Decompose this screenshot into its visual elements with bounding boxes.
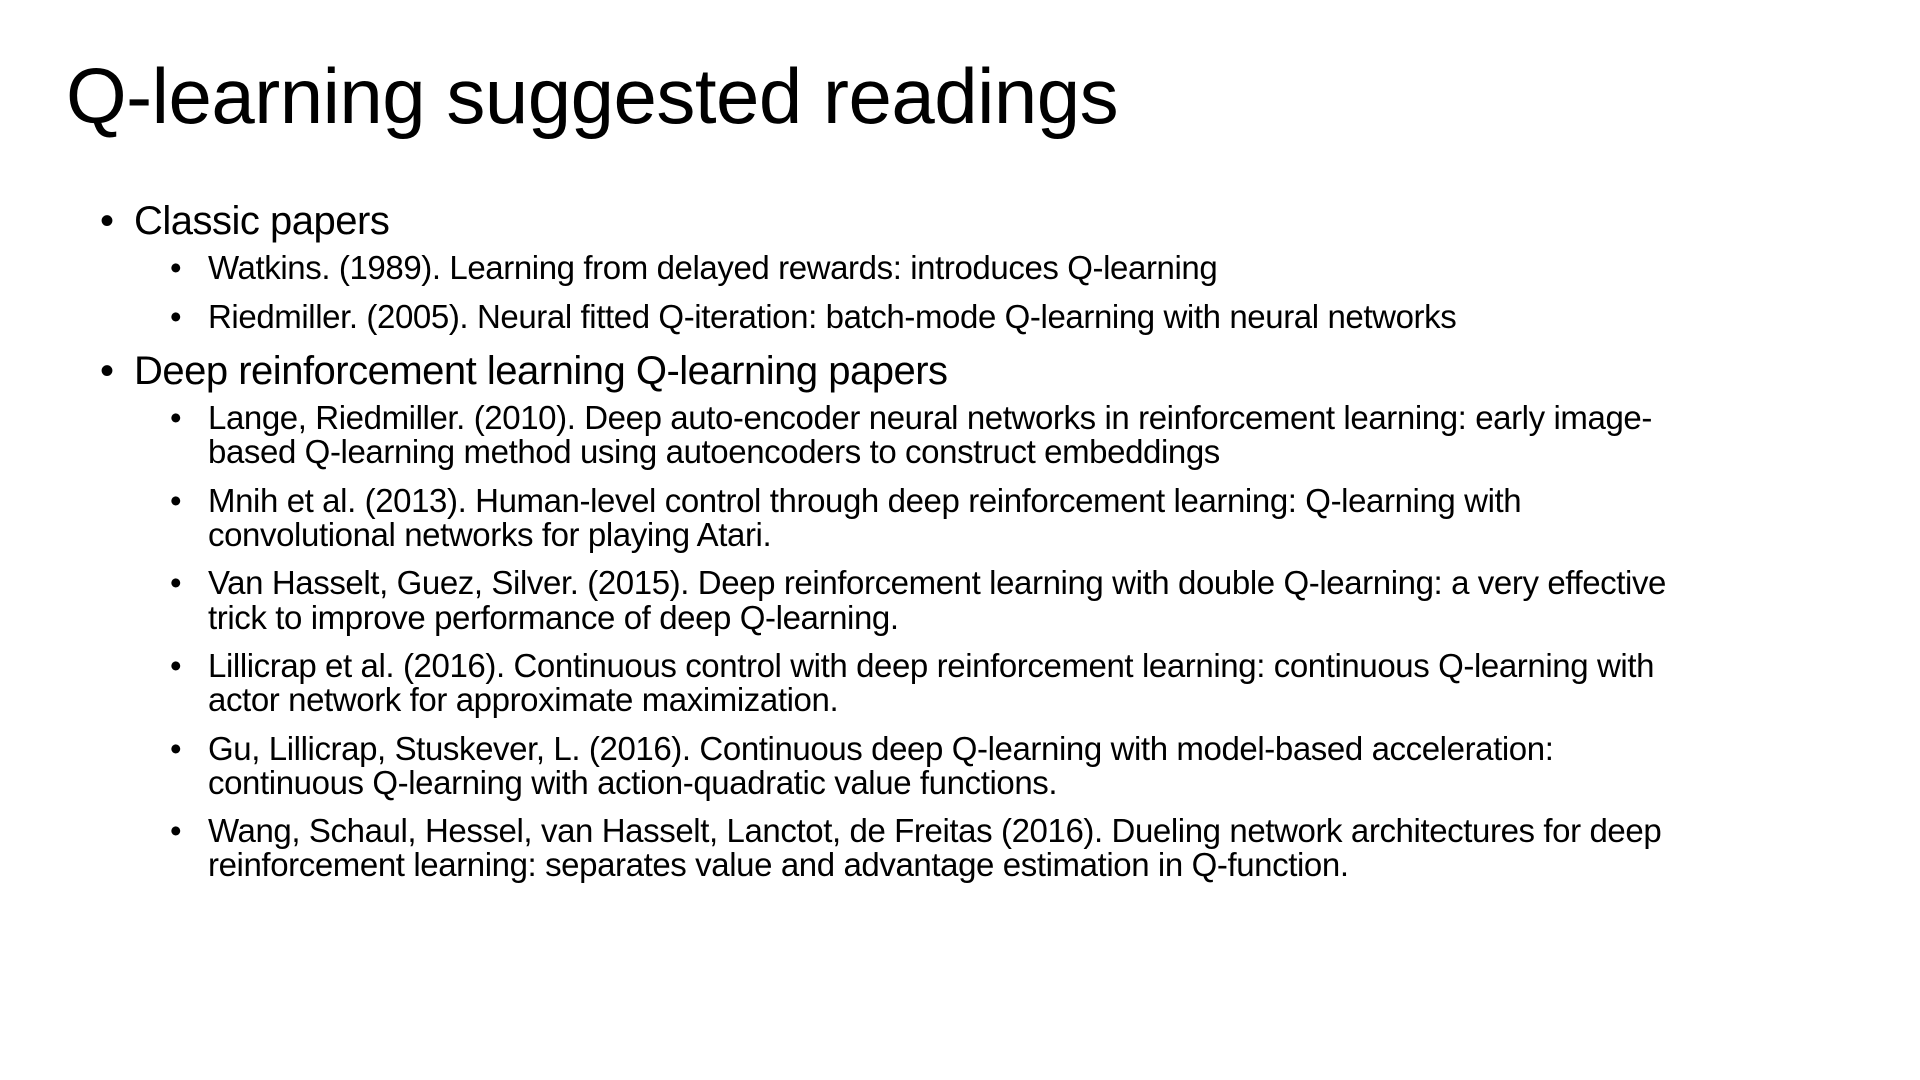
list-item-text: Lillicrap et al. (2016). Continuous cont… (208, 646, 1655, 719)
section-classic-papers: • Classic papers • Watkins. (1989). Lear… (100, 198, 1680, 334)
bullet-icon: • (100, 348, 114, 393)
bullet-icon: • (170, 297, 182, 335)
list-item-text: Gu, Lillicrap, Stuskever, L. (2016). Con… (208, 729, 1554, 801)
list-item: • Lange, Riedmiller. (2010). Deep auto-e… (170, 399, 1680, 471)
list-item-text: Van Hasselt, Guez, Silver. (2015). Deep … (208, 564, 1667, 636)
section-deep-rl-papers: • Deep reinforcement learning Q-learning… (100, 348, 1680, 883)
list-item: • Mnih et al. (2013). Human-level contro… (170, 481, 1680, 553)
section-heading: • Classic papers (100, 198, 1680, 245)
list-item: • Wang, Schaul, Hessel, van Hasselt, Lan… (170, 812, 1680, 884)
list-item: • Riedmiller. (2005). Neural fitted Q-it… (170, 297, 1680, 335)
bullet-icon: • (170, 399, 182, 436)
reading-list: • Lange, Riedmiller. (2010). Deep auto-e… (100, 399, 1680, 884)
list-item: • Gu, Lillicrap, Stuskever, L. (2016). C… (170, 729, 1680, 801)
slide-content: • Classic papers • Watkins. (1989). Lear… (100, 198, 1680, 897)
list-item: • Lillicrap et al. (2016). Continuous co… (170, 646, 1680, 719)
list-item-text: Mnih et al. (2013). Human-level control … (208, 481, 1522, 553)
bullet-icon: • (170, 564, 182, 602)
list-item-text: Lange, Riedmiller. (2010). Deep auto-enc… (208, 399, 1652, 471)
slide-title: Q-learning suggested readings (66, 52, 1119, 140)
section-heading-text: Classic papers (134, 199, 390, 243)
bullet-icon: • (170, 249, 182, 287)
bullet-icon: • (170, 812, 182, 850)
bullet-icon: • (170, 646, 182, 684)
list-item-text: Watkins. (1989). Learning from delayed r… (208, 249, 1218, 287)
bullet-icon: • (100, 199, 114, 243)
bullet-icon: • (170, 481, 182, 519)
section-heading: • Deep reinforcement learning Q-learning… (100, 348, 1680, 395)
list-item: • Watkins. (1989). Learning from delayed… (170, 249, 1680, 287)
slide: Q-learning suggested readings • Classic … (0, 0, 1920, 1080)
bullet-icon: • (170, 729, 182, 767)
section-heading-text: Deep reinforcement learning Q-learning p… (134, 348, 948, 393)
list-item: • Van Hasselt, Guez, Silver. (2015). Dee… (170, 564, 1680, 636)
list-item-text: Wang, Schaul, Hessel, van Hasselt, Lanct… (208, 812, 1662, 884)
list-item-text: Riedmiller. (2005). Neural fitted Q-iter… (208, 297, 1457, 335)
reading-list: • Watkins. (1989). Learning from delayed… (100, 249, 1680, 335)
